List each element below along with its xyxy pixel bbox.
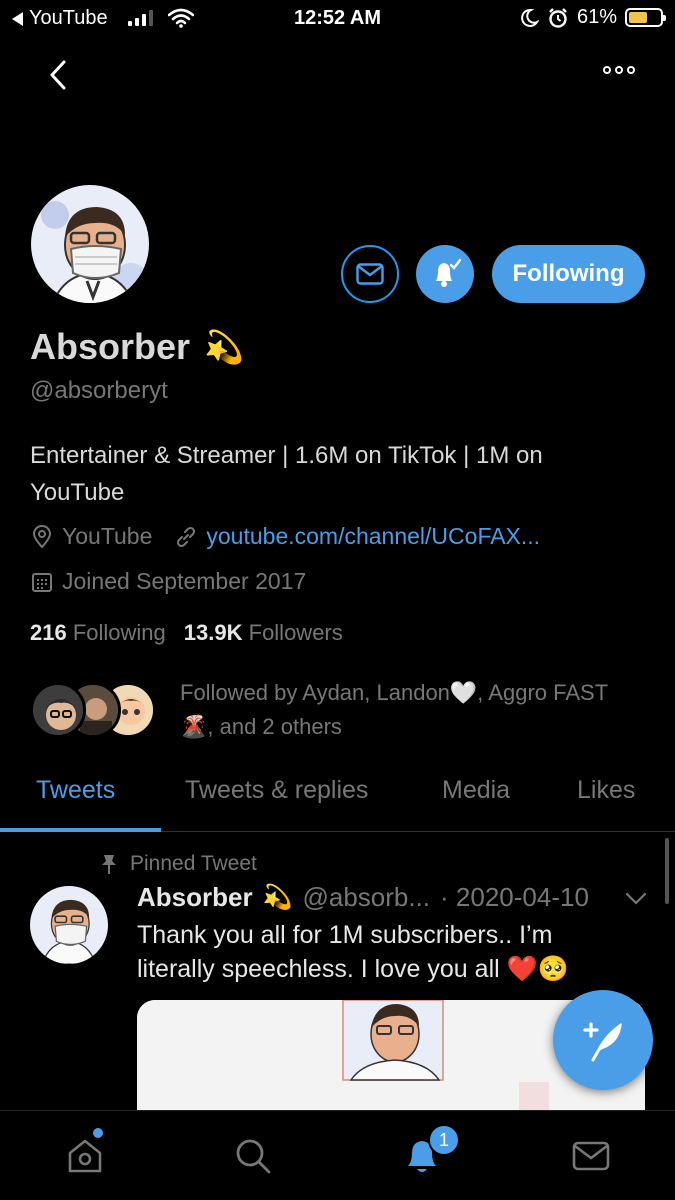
tab-tweets-replies[interactable]: Tweets & replies <box>185 776 368 805</box>
tweet-date: · 2020-04-10 <box>440 882 589 912</box>
chevron-down-icon[interactable] <box>625 892 647 906</box>
tab-likes[interactable]: Likes <box>577 776 635 805</box>
profile-handle: @absorberyt <box>30 377 168 404</box>
joined-text: Joined September 2017 <box>62 568 307 594</box>
profile-bio: Entertainer & Streamer | 1.6M on TikTok … <box>30 442 543 506</box>
profile-link[interactable]: youtube.com/channel/UCoFAX... <box>206 523 540 550</box>
mail-icon <box>572 1141 610 1171</box>
following-count-link[interactable]: 216 Following <box>30 620 166 646</box>
home-icon <box>68 1139 102 1173</box>
follow-counts: 216 Following 13.9K Followers <box>30 620 343 646</box>
more-options-button[interactable] <box>603 66 635 74</box>
followers-count-link[interactable]: 13.9K Followers <box>184 620 343 646</box>
tweet-header: Absorber 💫 @absorb... · 2020-04-10 <box>137 882 647 913</box>
followed-by-text[interactable]: Followed by Aydan, Landon🤍, Aggro FAST 🌋… <box>180 676 620 744</box>
tweet-avatar[interactable] <box>30 886 108 964</box>
mutual-avatar <box>30 682 86 738</box>
bell-check-icon <box>436 258 462 287</box>
pinned-label: Pinned Tweet <box>100 852 257 876</box>
search-icon <box>236 1139 271 1174</box>
status-bar: YouTube 12:52 AM 61% <box>0 0 675 38</box>
moon-icon <box>521 8 539 27</box>
notification-badge: 1 <box>428 1124 460 1156</box>
nav-search[interactable] <box>230 1133 276 1179</box>
nav-home[interactable] <box>62 1133 108 1179</box>
pin-icon <box>102 855 116 874</box>
active-tab-indicator <box>0 828 161 832</box>
location-text: YouTube <box>62 523 153 549</box>
pinned-label-text: Pinned Tweet <box>130 852 257 875</box>
compose-feather-icon <box>583 1022 622 1062</box>
battery-percent: 61% <box>576 6 617 28</box>
following-button[interactable]: Following <box>492 245 645 303</box>
notifications-button[interactable] <box>416 245 474 303</box>
joined-row: Joined September 2017 <box>30 568 306 595</box>
tweet-author-handle: @absorb... <box>302 882 431 912</box>
tab-tweets[interactable]: Tweets <box>36 776 115 805</box>
profile-meta-row: YouTube youtube.com/channel/UCoFAX... <box>30 523 540 550</box>
profile-tabs: Tweets Tweets & replies Media Likes <box>0 760 675 832</box>
back-arrow-icon[interactable] <box>42 58 76 92</box>
dizzy-emoji: 💫 <box>204 329 244 365</box>
bottom-navigation <box>0 1110 675 1200</box>
nav-messages[interactable] <box>568 1133 614 1179</box>
profile-avatar[interactable] <box>28 182 152 306</box>
scrollbar[interactable] <box>665 838 669 904</box>
calendar-icon <box>32 572 52 592</box>
alarm-icon <box>549 7 567 28</box>
location-pin-icon <box>32 524 52 549</box>
tweet-name-emoji: 💫 <box>262 884 293 911</box>
display-name: Absorber 💫 <box>30 326 244 368</box>
tab-media[interactable]: Media <box>442 776 510 805</box>
tweet-text: Thank you all for 1M subscribers.. I’m l… <box>137 921 569 983</box>
display-name-text: Absorber <box>30 326 191 367</box>
mutual-followers-avatars[interactable] <box>30 682 160 740</box>
compose-tweet-button[interactable] <box>553 990 653 1090</box>
battery-icon <box>625 8 666 27</box>
envelope-icon <box>356 263 384 285</box>
home-unread-dot <box>93 1128 103 1138</box>
tweet-author-name[interactable]: Absorber <box>137 882 253 913</box>
link-icon <box>177 526 196 547</box>
message-button[interactable] <box>341 245 399 303</box>
